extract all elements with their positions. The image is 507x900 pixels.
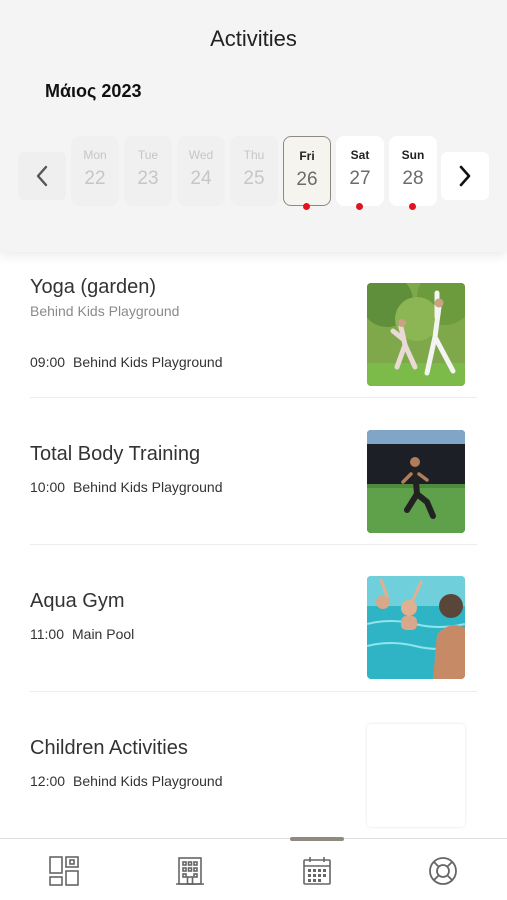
activity-meta: 12:00 Behind Kids Playground xyxy=(30,773,222,789)
activity-time: 12:00 xyxy=(30,773,66,789)
activity-title: Yoga (garden) xyxy=(30,276,157,298)
month-label: Μάιος 2023 xyxy=(45,81,142,101)
activity-image-placeholder xyxy=(367,724,465,827)
day-name: Fri xyxy=(299,149,315,163)
activity-location: Behind Kids Playground xyxy=(73,773,223,789)
activity-time: 10:00 xyxy=(30,479,66,495)
calendar-icon xyxy=(303,857,331,885)
day-name: Mon xyxy=(83,148,107,162)
day-mon-22[interactable]: Mon 22 xyxy=(71,136,119,206)
tab-help[interactable] xyxy=(423,851,463,891)
day-sun-28[interactable]: Sun 28 xyxy=(389,136,437,206)
activity-title: Aqua Gym xyxy=(30,590,125,612)
dashboard-icon xyxy=(49,856,79,886)
active-tab-indicator xyxy=(290,837,344,841)
activity-location: Behind Kids Playground xyxy=(73,354,223,370)
activity-title: Children Activities xyxy=(30,737,188,759)
activity-image xyxy=(367,283,465,386)
day-tue-23[interactable]: Tue 23 xyxy=(124,136,172,206)
activity-subtitle: Behind Kids Playground xyxy=(30,303,180,319)
activity-item[interactable]: Yoga (garden) Behind Kids Playground 09:… xyxy=(0,252,507,398)
activity-meta: 09:00 Behind Kids Playground xyxy=(30,354,222,370)
activity-item[interactable]: Total Body Training 10:00 Behind Kids Pla… xyxy=(0,398,507,545)
day-name: Sun xyxy=(401,148,425,162)
day-sat-27[interactable]: Sat 27 xyxy=(336,136,384,206)
bottom-tab-bar xyxy=(0,837,507,900)
tab-dashboard[interactable] xyxy=(44,851,84,891)
activity-meta: 11:00 Main Pool xyxy=(30,626,134,642)
next-week-button[interactable] xyxy=(441,152,489,200)
chevron-left-icon xyxy=(36,165,48,187)
activity-location: Behind Kids Playground xyxy=(73,479,223,495)
day-number: 27 xyxy=(349,168,371,189)
day-number: 24 xyxy=(190,168,212,189)
activity-location: Main Pool xyxy=(72,626,135,642)
building-icon xyxy=(176,857,204,885)
lifebuoy-icon xyxy=(429,857,457,885)
event-dot xyxy=(303,203,310,210)
activity-time: 11:00 xyxy=(30,626,64,642)
tab-activities[interactable] xyxy=(297,851,337,891)
activity-meta: 10:00 Behind Kids Playground xyxy=(30,479,222,495)
day-number: 25 xyxy=(243,168,265,189)
page-title: Activities xyxy=(210,26,297,51)
chevron-right-icon xyxy=(459,165,471,187)
event-dot xyxy=(409,203,416,210)
activities-header: Activities Μάιος 2023 Mon 22 Tue 23 Wed … xyxy=(0,0,507,252)
activity-image xyxy=(367,430,465,533)
activity-time: 09:00 xyxy=(30,354,66,370)
day-fri-26[interactable]: Fri 26 xyxy=(283,136,331,206)
previous-week-button[interactable] xyxy=(18,152,66,200)
day-thu-25[interactable]: Thu 25 xyxy=(230,136,278,206)
day-number: 23 xyxy=(137,168,159,189)
day-number: 26 xyxy=(296,169,318,190)
day-name: Thu xyxy=(243,148,265,162)
activity-title: Total Body Training xyxy=(30,443,201,465)
activity-image xyxy=(367,576,465,679)
day-name: Sat xyxy=(350,148,370,162)
event-dot xyxy=(356,203,363,210)
day-name: Wed xyxy=(188,148,214,162)
activity-item[interactable]: Aqua Gym 11:00 Main Pool xyxy=(0,545,507,692)
day-number: 22 xyxy=(84,168,106,189)
day-wed-24[interactable]: Wed 24 xyxy=(177,136,225,206)
day-number: 28 xyxy=(402,168,424,189)
activity-item[interactable]: Children Activities 12:00 Behind Kids Pla… xyxy=(0,692,507,838)
day-name: Tue xyxy=(137,148,159,162)
tab-hotel[interactable] xyxy=(170,851,210,891)
